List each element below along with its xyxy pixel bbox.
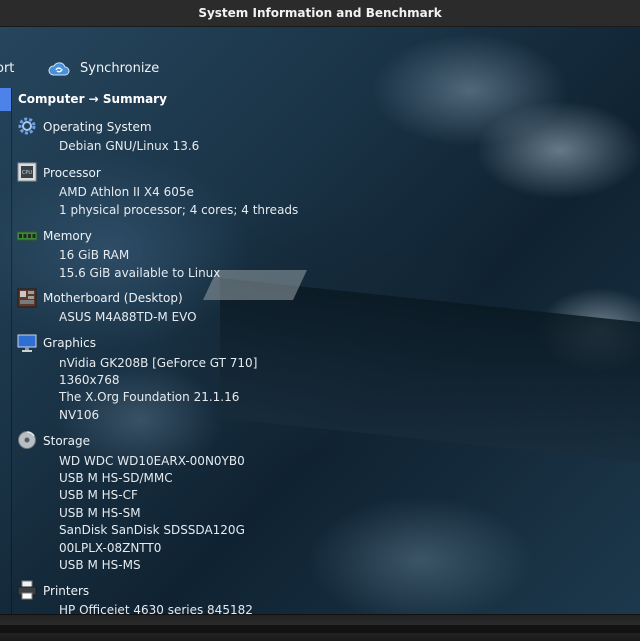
storage-line-3: USB M HS-CF xyxy=(59,488,138,502)
graphics-line-1: nVidia GK208B [GeForce GT 710] xyxy=(59,356,258,370)
section-title-processor: Processor xyxy=(43,166,101,180)
section-title-printers: Printers xyxy=(43,584,90,598)
section-title-storage: Storage xyxy=(43,434,90,448)
section-title-motherboard: Motherboard (Desktop) xyxy=(43,291,183,305)
gear-icon xyxy=(18,117,36,135)
status-bar xyxy=(0,614,640,641)
storage-line-2: USB M HS-SD/MMC xyxy=(59,471,173,485)
section-title-os: Operating System xyxy=(43,120,152,134)
horizontal-scrollbar[interactable] xyxy=(0,625,640,633)
processor-line-1: AMD Athlon II X4 605e xyxy=(59,185,194,199)
toolbar: ort Synchronize xyxy=(0,52,640,86)
graphics-line-4: NV106 xyxy=(59,408,100,422)
storage-line-4: USB M HS-SM xyxy=(59,506,141,520)
disk-icon xyxy=(18,431,36,449)
title-bar: System Information and Benchmark xyxy=(0,0,640,27)
processor-line-2: 1 physical processor; 4 cores; 4 threads xyxy=(59,203,299,217)
storage-line-5: SanDisk SanDisk SDSSDA120G xyxy=(59,523,245,537)
os-line-1: Debian GNU/Linux 13.6 xyxy=(59,139,200,153)
memory-line-1: 16 GiB RAM xyxy=(59,248,130,262)
cpu-icon: CPU xyxy=(17,162,37,182)
storage-line-6: 00LPLX-08ZNTT0 xyxy=(59,541,162,555)
cloud-sync-icon[interactable] xyxy=(48,60,70,78)
graphics-line-3: The X.Org Foundation 21.1.16 xyxy=(59,390,240,404)
breadcrumb: Computer → Summary xyxy=(18,92,167,106)
section-title-graphics: Graphics xyxy=(43,336,96,350)
memory-icon xyxy=(17,231,37,241)
summary-panel: Computer → Summary Operating System Debi… xyxy=(0,88,640,617)
monitor-icon xyxy=(17,334,37,352)
memory-line-2: 15.6 GiB available to Linux xyxy=(59,266,221,280)
section-title-memory: Memory xyxy=(43,229,92,243)
storage-line-1: WD WDC WD10EARX-00N0YB0 xyxy=(59,454,245,468)
report-button[interactable]: ort xyxy=(0,61,14,76)
svg-text:CPU: CPU xyxy=(22,170,33,176)
printer-icon xyxy=(17,580,37,600)
synchronize-button[interactable]: Synchronize xyxy=(80,61,159,76)
motherboard-line-1: ASUS M4A88TD-M EVO xyxy=(59,310,197,324)
motherboard-icon xyxy=(17,288,37,308)
graphics-line-2: 1360x768 xyxy=(59,373,120,387)
window-title: System Information and Benchmark xyxy=(198,6,442,20)
storage-line-7: USB M HS-MS xyxy=(59,558,141,572)
